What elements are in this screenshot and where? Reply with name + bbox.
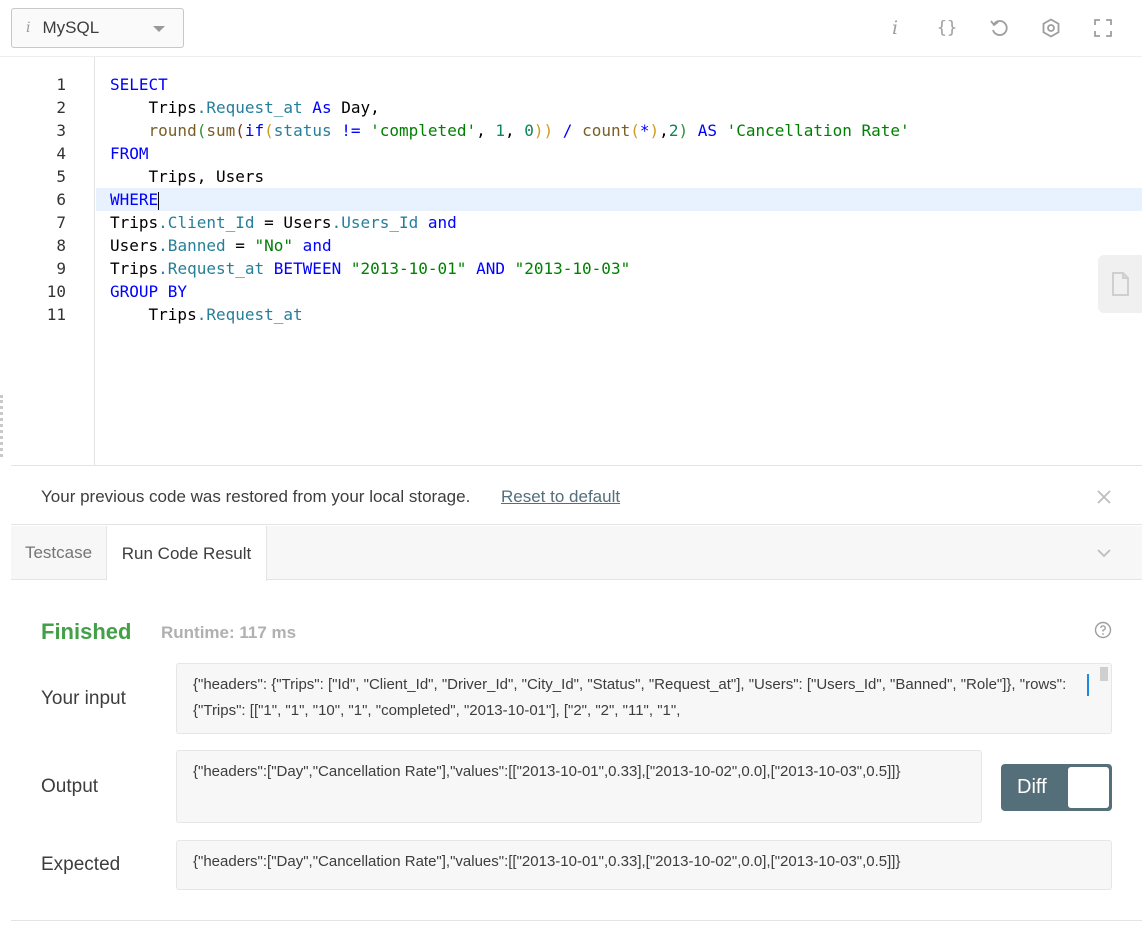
input-value: {"headers": {"Trips": ["Id", "Client_Id"… [193, 676, 1067, 719]
code-line-9: Trips.Request_at BETWEEN "2013-10-01" AN… [110, 259, 631, 278]
help-icon[interactable] [1094, 621, 1112, 639]
language-info-glyph: i [26, 20, 31, 36]
resize-handle[interactable] [0, 395, 4, 457]
line-number: 7 [56, 213, 66, 232]
language-select[interactable]: i MySQL [11, 8, 184, 48]
code-line-7: Trips.Client_Id = Users.Users_Id and [110, 213, 457, 232]
toolbar-icons: i {} [884, 14, 1114, 42]
code-line-1: SELECT [110, 75, 168, 94]
reset-to-default-link[interactable]: Reset to default [501, 487, 620, 507]
editor-toolbar: i MySQL i {} [0, 0, 1142, 57]
code-line-10: GROUP BY [110, 282, 188, 301]
expected-value: {"headers":["Day","Cancellation Rate"],"… [193, 853, 901, 870]
line-number: 3 [56, 121, 66, 140]
diff-toggle[interactable]: Diff [1001, 764, 1112, 811]
code-line-6: WHERE [110, 190, 160, 210]
chevron-down-icon [153, 26, 165, 32]
tab-testcase[interactable]: Testcase [11, 526, 107, 580]
info-icon[interactable]: i [884, 14, 906, 42]
notice-text: Your previous code was restored from you… [41, 487, 471, 506]
reset-icon[interactable] [988, 14, 1010, 42]
input-value-box[interactable]: {"headers": {"Trips": ["Id", "Client_Id"… [176, 663, 1112, 734]
line-number: 4 [56, 144, 66, 163]
output-value-box: {"headers":["Day","Cancellation Rate"],"… [176, 750, 982, 823]
copy-code-button[interactable] [1098, 255, 1142, 313]
expected-value-box: {"headers":["Day","Cancellation Rate"],"… [176, 840, 1112, 890]
console-tabs: Testcase Run Code Result [11, 526, 1142, 581]
result-status: Finished [41, 619, 132, 644]
input-label: Your input [41, 688, 126, 709]
expected-label: Expected [41, 854, 121, 875]
copy-icon [1112, 272, 1129, 296]
text-cursor [158, 191, 160, 210]
code-line-5: Trips, Users [110, 167, 265, 186]
settings-icon[interactable] [1040, 14, 1062, 42]
code-editor[interactable]: 1 2 3 4 5 6 7 8 9 10 11 SELECT Trips.Req… [11, 57, 1142, 466]
run-result-panel: Finished Runtime: 117 ms Your input {"he… [11, 581, 1142, 921]
code-line-4: FROM [110, 144, 149, 163]
output-label: Output [41, 776, 99, 797]
code-line-2: Trips.Request_at As Day, [110, 98, 380, 117]
line-number: 6 [56, 190, 66, 209]
line-number: 10 [46, 282, 66, 301]
line-number: 11 [46, 305, 66, 324]
code-text-area[interactable]: SELECT Trips.Request_at As Day, round(su… [96, 57, 1142, 465]
code-line-11: Trips.Request_at [110, 305, 303, 324]
chevron-down-icon[interactable] [1096, 546, 1112, 560]
left-panel-edge [0, 57, 11, 927]
line-number-gutter: 1 2 3 4 5 6 7 8 9 10 11 [11, 57, 95, 465]
braces-icon[interactable]: {} [936, 14, 958, 42]
line-number: 8 [56, 236, 66, 255]
fullscreen-icon[interactable] [1092, 14, 1114, 42]
text-cursor [1087, 674, 1089, 696]
code-line-3: round(sum(if(status != 'completed', 1, 0… [110, 121, 910, 140]
line-number: 9 [56, 259, 66, 278]
close-icon[interactable] [1096, 489, 1112, 505]
output-value: {"headers":["Day","Cancellation Rate"],"… [193, 763, 901, 780]
restore-notice: Your previous code was restored from you… [11, 467, 1142, 525]
scrollbar[interactable] [1100, 667, 1108, 681]
line-number: 1 [56, 75, 66, 94]
toggle-knob [1068, 767, 1109, 808]
code-line-8: Users.Banned = "No" and [110, 236, 332, 255]
active-line-highlight [96, 188, 1142, 211]
tab-run-code-result[interactable]: Run Code Result [107, 526, 267, 581]
runtime-text: Runtime: 117 ms [161, 623, 297, 642]
line-number: 2 [56, 98, 66, 117]
language-label: MySQL [42, 18, 100, 37]
diff-label: Diff [1017, 776, 1047, 798]
line-number: 5 [56, 167, 66, 186]
